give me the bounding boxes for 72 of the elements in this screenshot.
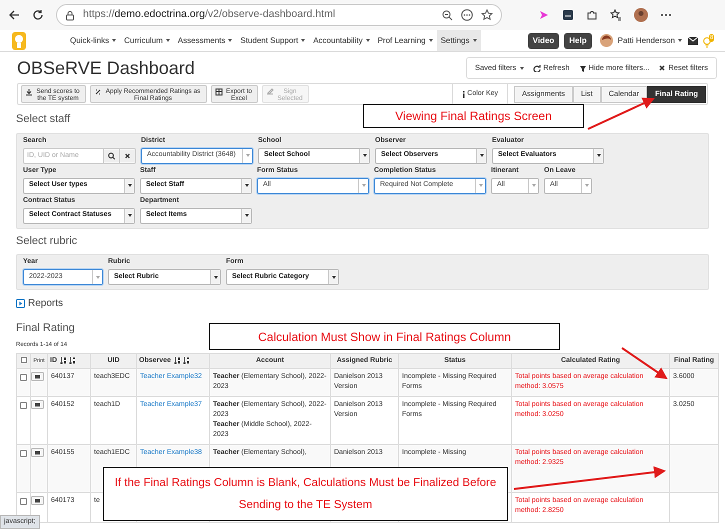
app-logo-icon <box>12 32 26 50</box>
filter-icon <box>578 64 587 72</box>
window-icon <box>562 9 574 21</box>
arrow <box>588 98 655 130</box>
print-icon <box>31 448 44 456</box>
lock-icon <box>65 10 75 20</box>
sort-ascending-icon <box>174 357 180 364</box>
callout-box: Viewing Final Ratings Screen <box>363 104 584 128</box>
caret-icon <box>478 184 482 187</box>
favorites-icon <box>610 9 622 21</box>
caret-icon <box>214 276 218 278</box>
user-avatar-icon <box>600 34 613 47</box>
refresh-icon <box>533 64 542 72</box>
page-title: OBSeRVE Dashboard <box>17 57 195 80</box>
callout-box: Calculation Must Show in Final Ratings Column <box>209 323 560 350</box>
caret-icon <box>480 154 484 157</box>
pen-icon <box>266 88 274 96</box>
nav-menu-item[interactable]: Quick-links <box>66 30 120 51</box>
caret-icon <box>246 154 250 157</box>
caret-icon <box>128 184 132 187</box>
caret-icon <box>362 154 366 157</box>
row-checkbox[interactable] <box>20 498 27 504</box>
row-checkbox[interactable] <box>20 450 27 456</box>
callout-box: If the Final Ratings Column is Blank, Calculations Must be Finalized Before Sending to the TE System <box>103 467 508 521</box>
info-icon <box>462 90 466 98</box>
lightbulb-icon <box>703 36 711 48</box>
caret-icon <box>332 276 336 278</box>
caret-icon <box>128 214 132 217</box>
caret-icon <box>596 154 600 157</box>
print-icon <box>31 496 44 504</box>
zoom-icon <box>442 10 453 20</box>
nav-menu-item[interactable]: Prof Learning <box>374 30 437 51</box>
row-checkbox[interactable] <box>20 402 27 408</box>
search-icon <box>103 148 119 162</box>
mail-icon <box>688 36 698 44</box>
sort-ascending-icon <box>60 357 66 364</box>
close-icon <box>658 64 666 72</box>
select-all-checkbox[interactable] <box>20 356 26 363</box>
print-icon <box>31 372 44 380</box>
clear-icon <box>119 148 135 162</box>
caret-icon <box>532 184 536 187</box>
star-icon <box>481 9 493 21</box>
play-square-icon <box>16 299 25 308</box>
reports-link[interactable]: Reports <box>28 296 64 311</box>
nav-menu-item[interactable]: Accountability <box>309 30 374 51</box>
profile-avatar-icon <box>634 8 648 22</box>
caret-icon <box>584 184 588 187</box>
caret-icon <box>96 276 100 278</box>
row-checkbox[interactable] <box>20 374 27 380</box>
user-menu[interactable]: Patti Henderson <box>618 34 682 46</box>
url-text: https://demo.edoctrina.org/v2/observe-dashboard.html <box>83 7 336 22</box>
play-icon <box>538 9 550 21</box>
caret-icon <box>362 184 366 187</box>
sort-descending-icon <box>182 357 189 364</box>
sort-descending-icon <box>69 357 75 364</box>
section-heading: Select staff <box>16 112 70 127</box>
address-bar[interactable]: https://demo.edoctrina.org/v2/observe-dashboard.html <box>56 4 502 26</box>
print-icon <box>31 400 44 408</box>
caret-icon <box>244 184 248 187</box>
download-icon <box>25 88 33 96</box>
nav-menu-item[interactable]: Curriculum <box>120 30 174 51</box>
reload-icon <box>32 9 44 21</box>
nav-menu-item[interactable]: Student Support <box>236 30 310 51</box>
back-icon <box>8 9 20 21</box>
nav-menu-item[interactable]: Assessments <box>174 30 236 51</box>
nav-button[interactable]: Help <box>564 32 592 48</box>
nav-button[interactable]: Video <box>528 32 560 48</box>
section-heading: Select rubric <box>16 234 78 248</box>
table-icon <box>215 88 223 96</box>
caret-icon <box>244 214 248 217</box>
nav-menu-item[interactable]: Settings <box>436 30 480 51</box>
more-icon <box>461 9 473 21</box>
